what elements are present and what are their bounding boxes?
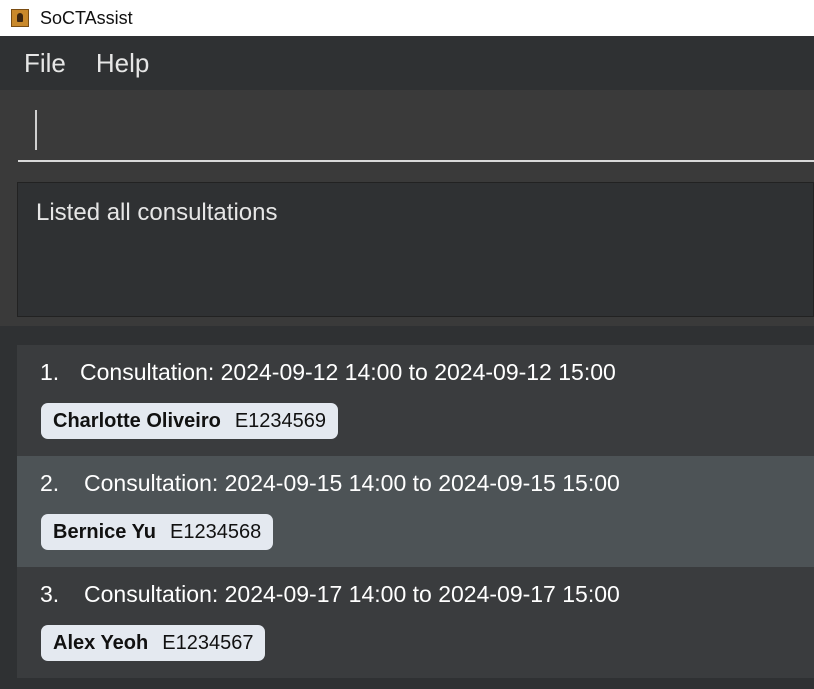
consultation-text: Consultation: 2024-09-15 14:00 to 2024-0…	[84, 470, 620, 496]
student-id: E1234567	[162, 631, 254, 654]
student-name: Bernice Yu	[53, 520, 157, 543]
student-tag: Bernice Yu E1234568	[41, 514, 274, 550]
item-index: 1.	[40, 359, 60, 385]
student-name: Alex Yeoh	[53, 631, 149, 654]
command-input[interactable]	[18, 90, 814, 162]
result-message: Listed all consultations	[36, 199, 278, 226]
menu-help[interactable]: Help	[96, 48, 149, 79]
command-area	[0, 90, 814, 170]
student-id: E1234569	[234, 409, 327, 432]
consultation-text: Consultation: 2024-09-17 14:00 to 2024-0…	[84, 581, 620, 607]
window-title: SoCTAssist	[40, 7, 133, 28]
list-item[interactable]: 1. Consultation: 2024-09-12 14:00 to 2024…	[17, 345, 814, 456]
title-bar: SoCTAssist	[0, 0, 814, 36]
consultation-title: 2. Consultation: 2024-09-15 14:00 to 2024…	[40, 470, 620, 497]
app-icon	[11, 9, 29, 27]
list-item[interactable]: 2. Consultation: 2024-09-15 14:00 to 2024…	[17, 456, 814, 567]
item-index: 2.	[40, 470, 60, 496]
item-index: 3.	[40, 581, 60, 607]
student-tag: Alex Yeoh E1234567	[41, 625, 266, 661]
menu-bar: File Help	[0, 36, 814, 90]
student-id: E1234568	[170, 520, 262, 543]
list-item[interactable]: 3. Consultation: 2024-09-17 14:00 to 2024…	[17, 567, 814, 678]
consultation-text: Consultation: 2024-09-12 14:00 to 2024-0…	[80, 359, 616, 385]
consultation-list[interactable]: 1. Consultation: 2024-09-12 14:00 to 2024…	[0, 326, 814, 689]
student-name: Charlotte Oliveiro	[53, 409, 221, 432]
menu-file[interactable]: File	[24, 48, 66, 79]
consultation-title: 1. Consultation: 2024-09-12 14:00 to 2024…	[40, 359, 616, 386]
consultation-title: 3. Consultation: 2024-09-17 14:00 to 2024…	[40, 581, 620, 608]
result-display: Listed all consultations	[17, 182, 814, 317]
text-caret	[35, 110, 37, 150]
student-tag: Charlotte Oliveiro E1234569	[41, 403, 339, 439]
